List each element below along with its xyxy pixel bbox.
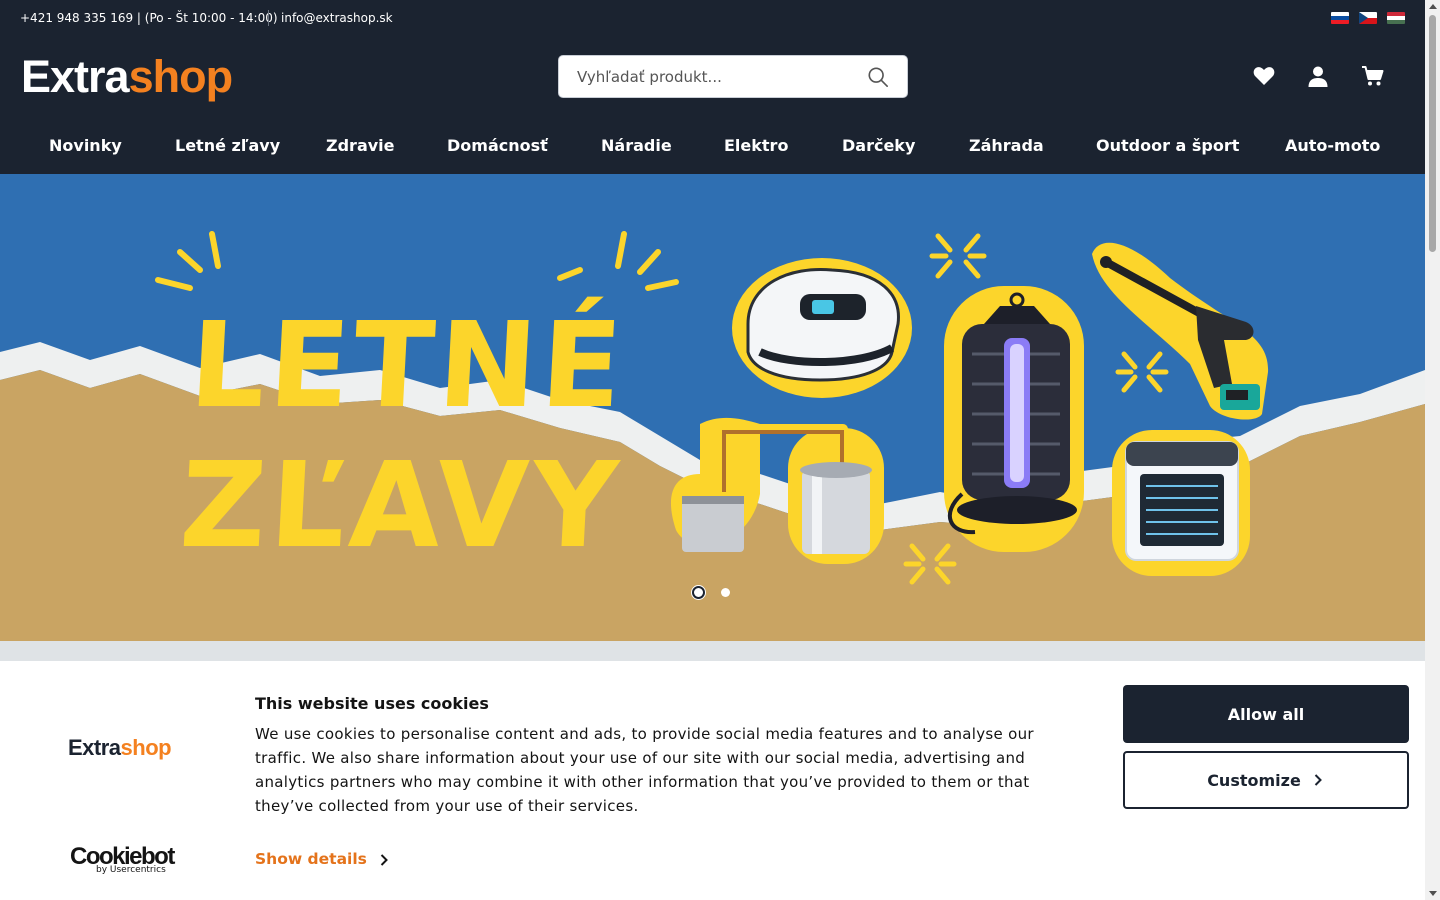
page-scrollbar[interactable] bbox=[1425, 0, 1440, 900]
cart-icon[interactable] bbox=[1361, 64, 1385, 88]
user-icon[interactable] bbox=[1306, 64, 1330, 88]
hero-headline-line1: LETNÉ bbox=[186, 296, 629, 434]
chevron-right-icon bbox=[380, 854, 388, 866]
search-input[interactable] bbox=[577, 56, 867, 97]
show-details-link[interactable]: Show details bbox=[255, 850, 388, 868]
hero-banner[interactable]: LETNÉ ZĽAVY bbox=[0, 174, 1425, 641]
nav-item-zdravie[interactable]: Zdravie bbox=[326, 136, 395, 155]
nav-item-elektro[interactable]: Elektro bbox=[724, 136, 788, 155]
product-air-cooler bbox=[1112, 430, 1250, 576]
cookie-logo-extra: Extra bbox=[68, 735, 121, 760]
cookie-title: This website uses cookies bbox=[255, 694, 489, 713]
site-logo[interactable]: Extrashop bbox=[21, 51, 233, 102]
customize-label: Customize bbox=[1207, 770, 1301, 790]
chevron-right-icon bbox=[1314, 774, 1322, 786]
nav-item-outdoor-a-sport[interactable]: Outdoor a šport bbox=[1096, 136, 1239, 155]
hero-headline-line2: ZĽAVY bbox=[177, 436, 625, 574]
carousel-dot-2[interactable] bbox=[721, 588, 730, 597]
heart-icon[interactable] bbox=[1252, 64, 1276, 88]
scroll-up-arrow-icon[interactable] bbox=[1429, 4, 1437, 9]
contact-phone[interactable]: +421 948 335 169 | (Po - Št 10:00 - 14:0… bbox=[20, 11, 278, 25]
contact-email[interactable]: info@extrashop.sk bbox=[281, 11, 393, 25]
scrollbar-thumb[interactable] bbox=[1429, 15, 1436, 252]
cookie-description: We use cookies to personalise content an… bbox=[255, 725, 1034, 815]
nav-item-novinky[interactable]: Novinky bbox=[49, 136, 122, 155]
main-navigation: Novinky Letné zľavy Zdravie Domácnosť Ná… bbox=[0, 118, 1425, 174]
search-icon[interactable] bbox=[867, 66, 889, 88]
sk-flag-icon[interactable] bbox=[1331, 12, 1349, 24]
cz-flag-icon[interactable] bbox=[1359, 12, 1377, 24]
logo-text-extra: Extra bbox=[21, 51, 130, 102]
search-box bbox=[558, 55, 908, 98]
nav-item-domacnost[interactable]: Domácnosť bbox=[447, 136, 548, 155]
allow-all-button[interactable]: Allow all bbox=[1123, 685, 1409, 743]
customize-button[interactable]: Customize bbox=[1123, 751, 1409, 809]
cookiebot-logo[interactable]: Cookiebot by Usercentrics bbox=[70, 845, 175, 876]
product-bug-zapper bbox=[944, 286, 1084, 552]
nav-item-darceky[interactable]: Darčeky bbox=[842, 136, 915, 155]
nav-item-auto-moto[interactable]: Auto-moto bbox=[1285, 136, 1380, 155]
content-gap bbox=[0, 641, 1425, 661]
cookie-consent-banner: Extrashop Cookiebot by Usercentrics This… bbox=[0, 661, 1425, 900]
top-info-bar: +421 948 335 169 | (Po - Št 10:00 - 14:0… bbox=[0, 0, 1425, 36]
cookiebot-subtitle: by Usercentrics bbox=[96, 865, 166, 875]
cookie-banner-logo: Extrashop bbox=[68, 735, 172, 761]
divider bbox=[268, 10, 269, 26]
scroll-down-arrow-icon[interactable] bbox=[1429, 891, 1437, 896]
site-header: Extrashop bbox=[0, 36, 1425, 118]
hero-illustration: LETNÉ ZĽAVY bbox=[0, 174, 1425, 641]
product-pool-robot bbox=[732, 258, 912, 398]
show-details-label: Show details bbox=[255, 850, 367, 868]
nav-item-naradie[interactable]: Náradie bbox=[601, 136, 672, 155]
page: +421 948 335 169 | (Po - Št 10:00 - 14:0… bbox=[0, 0, 1425, 900]
cookie-logo-shop: shop bbox=[120, 735, 172, 760]
carousel-dot-1[interactable] bbox=[692, 586, 705, 599]
nav-item-zahrada[interactable]: Záhrada bbox=[969, 136, 1044, 155]
hu-flag-icon[interactable] bbox=[1387, 12, 1405, 24]
logo-text-shop: shop bbox=[128, 51, 233, 102]
nav-item-letne-zlavy[interactable]: Letné zľavy bbox=[175, 136, 280, 155]
